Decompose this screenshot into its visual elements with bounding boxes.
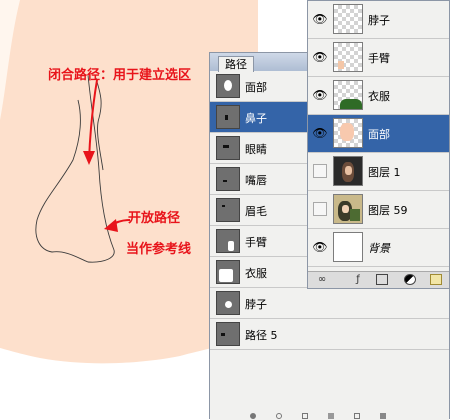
layer-item-label: 图层 1 bbox=[368, 166, 401, 179]
closed-path-annotation: 闭合路径：用于建立选区 bbox=[48, 68, 192, 83]
layer-item-label: 面部 bbox=[368, 128, 390, 141]
open-path-annotation-line2: 当作参考线 bbox=[126, 242, 192, 257]
layer-item-face[interactable]: 👁 面部 bbox=[308, 115, 449, 153]
layer-thumbnail bbox=[333, 232, 363, 262]
path-thumbnail bbox=[216, 322, 240, 346]
layer-thumbnail bbox=[333, 156, 363, 186]
path-item-label: 鼻子 bbox=[245, 112, 267, 125]
layer-item-label: 图层 59 bbox=[368, 204, 408, 217]
layer-item-arm[interactable]: 👁 手臂 bbox=[308, 39, 449, 77]
layer-item-background[interactable]: 👁 背景 bbox=[308, 229, 449, 267]
eye-icon[interactable]: 👁 bbox=[311, 10, 329, 28]
visibility-toggle[interactable] bbox=[313, 202, 327, 216]
path-item-label: 手臂 bbox=[245, 236, 267, 249]
path-thumbnail bbox=[216, 74, 240, 98]
path-item-label: 面部 bbox=[245, 81, 267, 94]
layers-panel: 👁 脖子 👁 手臂 👁 衣服 👁 面部 图层 1 图层 59 👁 背景 ∞ ƒ bbox=[307, 0, 450, 289]
layer-item-label: 背景 bbox=[368, 242, 390, 255]
fill-path-icon[interactable] bbox=[250, 413, 256, 419]
adjustment-layer-icon[interactable] bbox=[404, 274, 416, 285]
new-group-icon[interactable] bbox=[430, 274, 442, 285]
layer-thumbnail bbox=[333, 4, 363, 34]
path-item-label: 嘴唇 bbox=[245, 174, 267, 187]
path-item-label: 脖子 bbox=[245, 298, 267, 311]
open-path-annotation-line1: 开放路径 bbox=[128, 211, 181, 226]
path-item-neck[interactable]: 脖子 bbox=[210, 288, 449, 319]
layer-thumbnail bbox=[333, 42, 363, 72]
layer-style-icon[interactable]: ƒ bbox=[352, 274, 364, 285]
layer-thumbnail bbox=[333, 118, 363, 148]
new-path-icon[interactable] bbox=[354, 413, 360, 419]
layer-item-label: 衣服 bbox=[368, 90, 390, 103]
layer-thumbnail bbox=[333, 80, 363, 110]
eye-icon[interactable]: 👁 bbox=[311, 86, 329, 104]
layer-item-neck[interactable]: 👁 脖子 bbox=[308, 1, 449, 39]
path-item-label: 眼睛 bbox=[245, 143, 267, 156]
layer-thumbnail bbox=[333, 194, 363, 224]
load-selection-icon[interactable] bbox=[302, 413, 308, 419]
eye-icon[interactable]: 👁 bbox=[311, 124, 329, 142]
layer-item-clothes[interactable]: 👁 衣服 bbox=[308, 77, 449, 115]
layer-item-layer59[interactable]: 图层 59 bbox=[308, 191, 449, 229]
path-thumbnail bbox=[216, 167, 240, 191]
path-thumbnail bbox=[216, 198, 240, 222]
layer-item-label: 脖子 bbox=[368, 14, 390, 27]
layer-item-label: 手臂 bbox=[368, 52, 390, 65]
path-item-label: 眉毛 bbox=[245, 205, 267, 218]
eye-icon[interactable]: 👁 bbox=[311, 48, 329, 66]
tab-paths[interactable]: 路径 bbox=[218, 56, 254, 72]
path-item-path5[interactable]: 路径 5 bbox=[210, 319, 449, 350]
path-item-label: 衣服 bbox=[245, 267, 267, 280]
visibility-toggle[interactable] bbox=[313, 164, 327, 178]
paths-panel-empty-area bbox=[210, 350, 449, 420]
path-thumbnail bbox=[216, 105, 240, 129]
stroke-path-icon[interactable] bbox=[276, 413, 282, 419]
path-thumbnail bbox=[216, 229, 240, 253]
path-item-label: 路径 5 bbox=[245, 329, 278, 342]
link-layers-icon[interactable]: ∞ bbox=[316, 274, 328, 285]
make-work-path-icon[interactable] bbox=[328, 413, 334, 419]
path-thumbnail bbox=[216, 260, 240, 284]
layer-item-layer1[interactable]: 图层 1 bbox=[308, 153, 449, 191]
eye-icon[interactable]: 👁 bbox=[311, 238, 329, 256]
layers-panel-bottom-bar: ∞ ƒ bbox=[308, 271, 449, 288]
path-thumbnail bbox=[216, 136, 240, 160]
path-thumbnail bbox=[216, 291, 240, 315]
delete-path-icon[interactable] bbox=[380, 413, 386, 419]
add-mask-icon[interactable] bbox=[376, 274, 388, 285]
